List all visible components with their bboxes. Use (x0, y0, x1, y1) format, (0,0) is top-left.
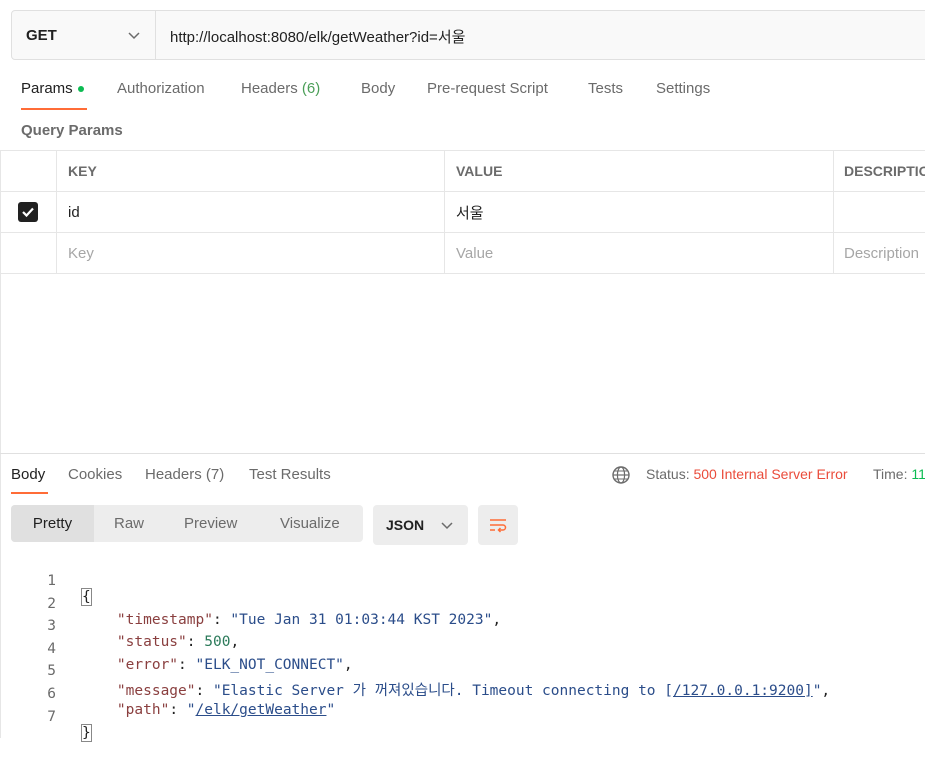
globe-icon[interactable] (611, 465, 631, 485)
chevron-down-icon (128, 32, 140, 40)
wrap-lines-icon (490, 519, 507, 533)
json-value-timestamp: "Tue Jan 31 01:03:44 KST 2023" (230, 612, 493, 628)
tab-headers-label: Headers (241, 80, 298, 97)
new-value-input[interactable]: Value (445, 233, 834, 273)
json-value-path-open: " (186, 702, 196, 718)
param-value-cell[interactable]: 서울 (445, 192, 834, 232)
json-value-error: "ELK_NOT_CONNECT" (195, 657, 344, 673)
json-key-error: "error" (116, 657, 179, 673)
tab-headers[interactable]: Headers (6) (241, 80, 320, 97)
code-line: 4 "error": "ELK_NOT_CONNECT", (0, 625, 352, 673)
code-line: 6 "path": "/elk/getWeather" (0, 670, 335, 718)
status-value: 500 Internal Server Error (693, 466, 848, 482)
line-number: 7 (47, 709, 56, 725)
table-row-new: Key Value Description (0, 233, 925, 274)
param-key-cell[interactable]: id (57, 192, 445, 232)
response-tab-headers[interactable]: Headers (7) (145, 466, 224, 483)
json-key-timestamp: "timestamp" (116, 612, 213, 628)
checkmark-icon (22, 207, 34, 218)
table-header-row: KEY VALUE DESCRIPTIO (0, 150, 925, 192)
tab-body[interactable]: Body (361, 80, 395, 97)
format-tab-visualize[interactable]: Visualize (280, 505, 340, 542)
line-number: 4 (47, 641, 56, 657)
tab-headers-count: (6) (301, 80, 321, 97)
tab-tests[interactable]: Tests (588, 80, 623, 97)
line-number: 6 (47, 686, 56, 702)
tab-settings[interactable]: Settings (656, 80, 710, 97)
line-number: 2 (47, 596, 56, 612)
active-dot-icon (77, 86, 84, 93)
table-row: id 서울 (0, 192, 925, 233)
format-tab-group: Pretty Raw Preview Visualize (11, 505, 363, 542)
code-line: 5 "message": "Elastic Server 가 꺼져있습니다. T… (0, 647, 830, 699)
code-line: 3 "status": 500, (0, 602, 239, 650)
column-header-value: VALUE (445, 151, 834, 191)
response-time[interactable]: Time: 11 (873, 466, 925, 482)
json-value-path-link[interactable]: /elk/getWeather (196, 702, 327, 718)
json-value-message: "Elastic Server 가 꺼져있습니다. Timeout connec… (212, 683, 673, 699)
json-value-path-close: " (326, 702, 336, 718)
row-checkbox[interactable] (18, 202, 38, 222)
response-status[interactable]: Status: 500 Internal Server Error (646, 466, 848, 482)
json-key-message: "message" (116, 683, 196, 699)
language-select[interactable]: JSON (373, 505, 468, 545)
row-checkbox-cell (0, 192, 57, 232)
column-header-key: KEY (57, 151, 445, 191)
line-number: 5 (47, 663, 56, 679)
time-value: 11 (911, 466, 925, 482)
method-select[interactable]: GET (12, 11, 156, 59)
format-tab-preview[interactable]: Preview (184, 505, 237, 542)
new-key-input[interactable]: Key (57, 233, 445, 273)
table-header-checkbox-cell (0, 151, 57, 191)
time-label: Time: (873, 466, 908, 482)
code-line: 7 } (0, 693, 92, 742)
new-row-checkbox-cell (0, 233, 57, 273)
chevron-down-icon (441, 522, 453, 530)
response-active-tab-indicator (11, 492, 48, 494)
language-label: JSON (386, 517, 425, 533)
json-close-brace: } (81, 724, 92, 742)
status-label: Status: (646, 466, 690, 482)
tab-pre-request-script[interactable]: Pre-request Script (427, 80, 548, 97)
active-tab-indicator (21, 108, 87, 110)
json-key-path: "path" (116, 702, 170, 718)
wrap-lines-button[interactable] (478, 505, 518, 545)
code-line: 2 "timestamp": "Tue Jan 31 01:03:44 KST … (0, 580, 501, 628)
response-tab-test-results[interactable]: Test Results (249, 466, 331, 483)
response-tab-headers-count: (7) (205, 466, 225, 483)
param-description-cell[interactable] (834, 192, 925, 232)
json-open-brace: { (81, 588, 92, 606)
url-input[interactable]: http://localhost:8080/elk/getWeather?id=… (170, 26, 465, 47)
line-number: 1 (47, 573, 56, 589)
column-header-description: DESCRIPTIO (844, 163, 925, 179)
format-tab-raw[interactable]: Raw (114, 505, 144, 542)
response-tab-body[interactable]: Body (11, 466, 45, 483)
json-value-message-link[interactable]: /127.0.0.1:9200] (673, 683, 813, 699)
query-params-label: Query Params (21, 122, 123, 139)
format-tab-pretty[interactable]: Pretty (11, 505, 94, 542)
new-description-input[interactable]: Description (834, 233, 925, 273)
line-number: 3 (47, 618, 56, 634)
response-tab-cookies[interactable]: Cookies (68, 466, 122, 483)
code-line: 1 { (0, 557, 92, 606)
request-bar: GET http://localhost:8080/elk/getWeather… (11, 10, 925, 60)
method-label: GET (26, 26, 57, 44)
pane-divider[interactable] (0, 453, 925, 454)
tab-params-label: Params (21, 80, 73, 97)
tab-params[interactable]: Params (21, 80, 84, 97)
response-tab-headers-label: Headers (145, 466, 202, 483)
json-value-status: 500 (204, 634, 231, 650)
tab-authorization[interactable]: Authorization (117, 80, 205, 97)
json-key-status: "status" (116, 634, 187, 650)
